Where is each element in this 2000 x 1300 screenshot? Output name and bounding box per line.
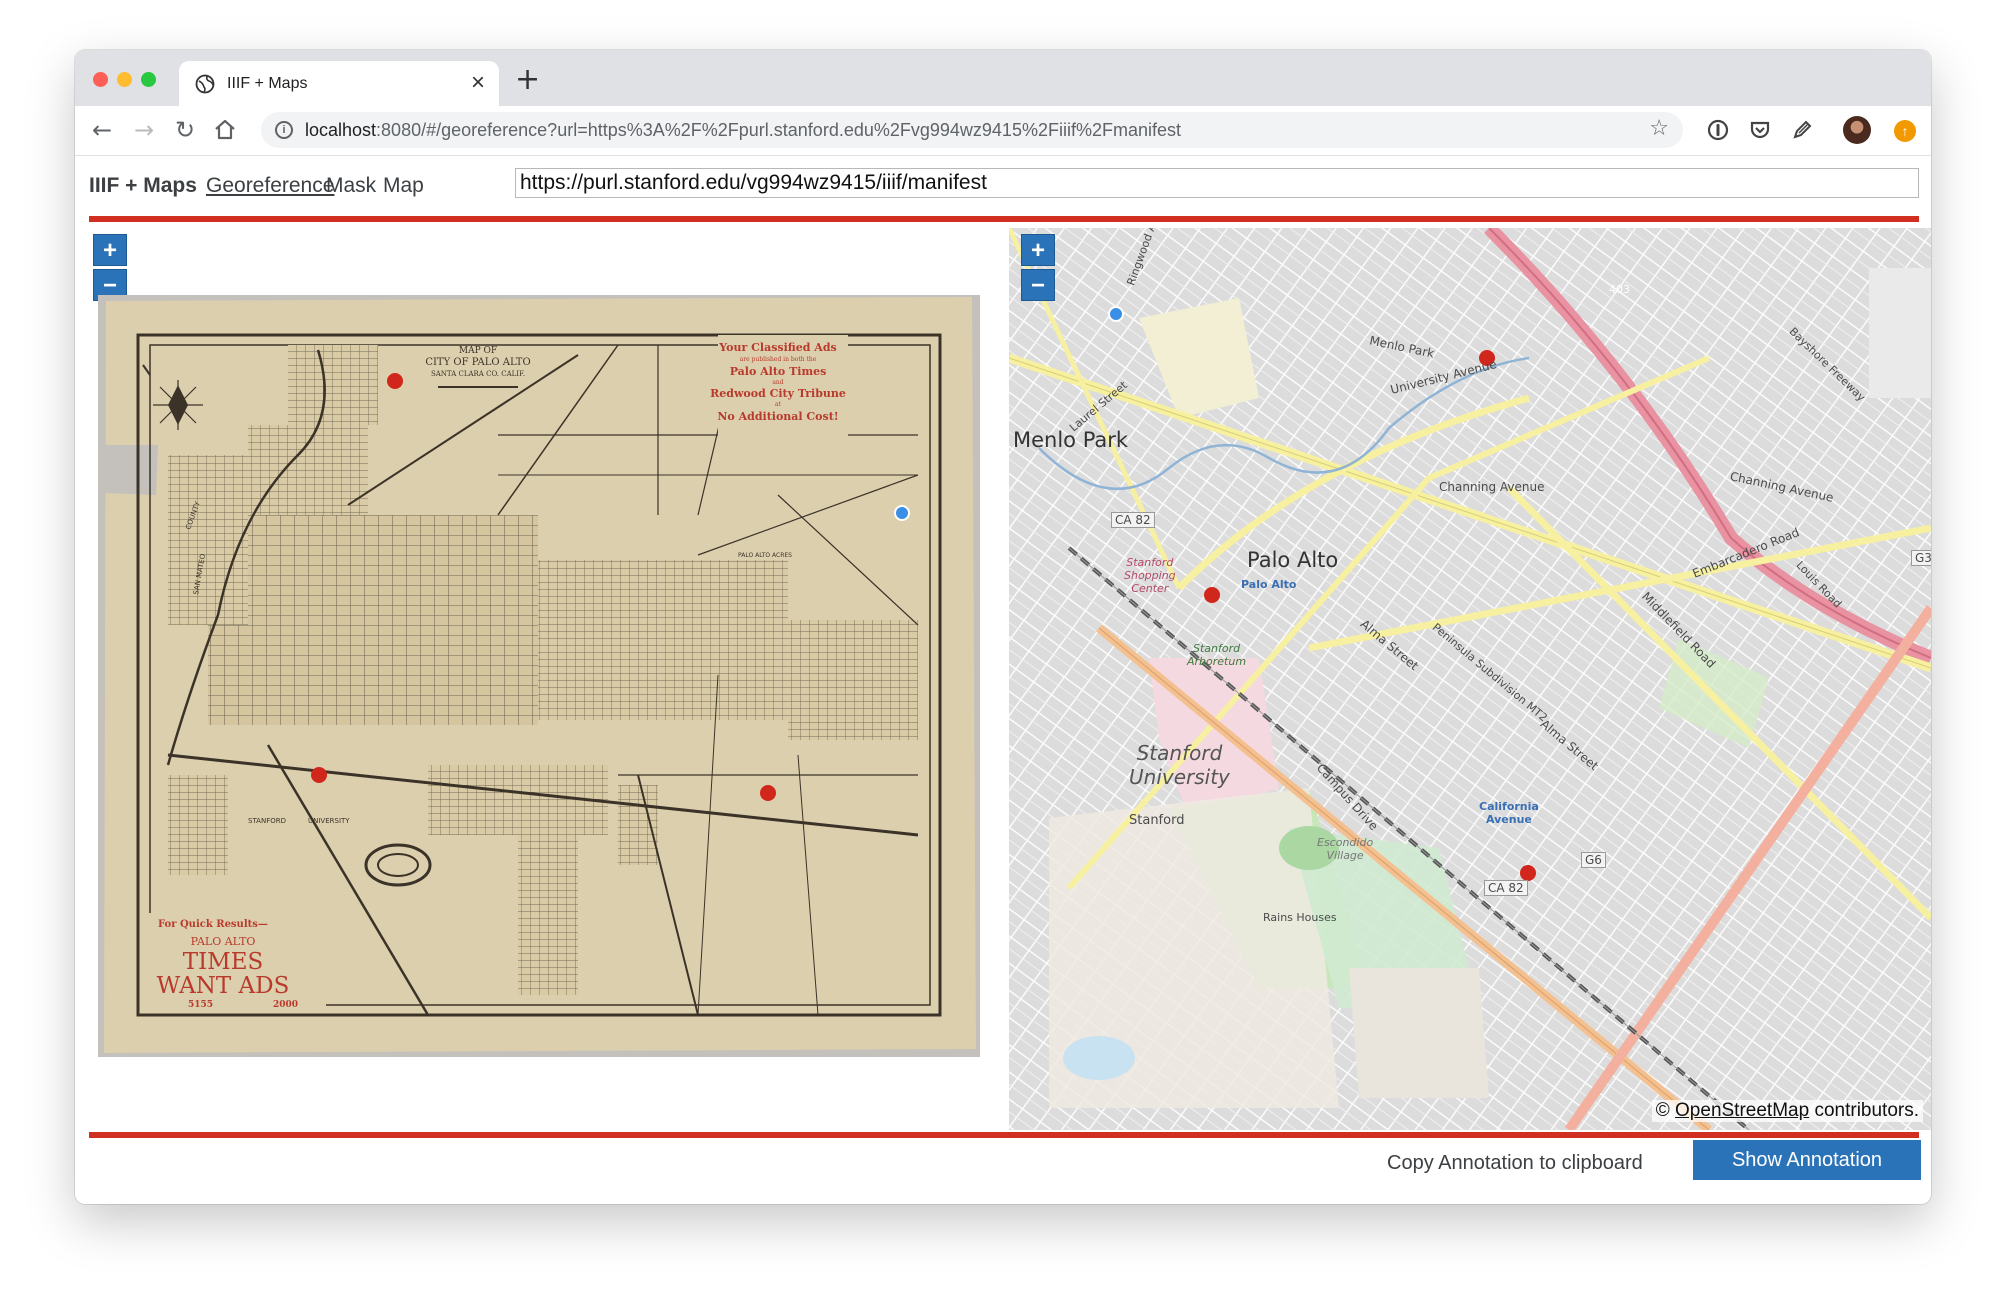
top-divider: [89, 216, 1919, 222]
scanned-map-drawing: MAP OF CITY OF PALO ALTO SANTA CLARA CO.…: [104, 297, 976, 1053]
show-annotation-button[interactable]: Show Annotation: [1693, 1140, 1921, 1180]
close-window-button[interactable]: [93, 72, 108, 87]
pen-icon[interactable]: [1790, 118, 1814, 142]
map-shield-g3: G3: [1911, 550, 1931, 566]
svg-text:WANT ADS: WANT ADS: [157, 973, 290, 999]
map-shield-g6: G6: [1581, 852, 1606, 868]
tab-title: IIIF + Maps: [227, 75, 308, 92]
forward-arrow-icon[interactable]: →: [129, 115, 159, 145]
site-info-icon[interactable]: i: [275, 121, 293, 139]
map-label-palo-alto: Palo Alto: [1247, 548, 1339, 572]
svg-text:and: and: [772, 379, 783, 386]
app-brand: IIIF + Maps: [89, 174, 197, 197]
map-attribution: © OpenStreetMap contributors.: [1651, 1100, 1923, 1122]
map-label-stanford-university: Stanford University: [1129, 741, 1230, 789]
update-icon[interactable]: ↑: [1894, 120, 1916, 142]
browser-toolbar: ← → ↻ i localhost:8080/#/georeference?ur…: [75, 106, 1931, 156]
image-zoom-controls: + −: [93, 234, 127, 301]
map-label-stanford: Stanford: [1129, 813, 1185, 828]
svg-text:No Additional Cost!: No Additional Cost!: [717, 410, 838, 423]
svg-text:MAP OF: MAP OF: [459, 346, 497, 356]
manifest-url-input[interactable]: [515, 168, 1919, 198]
svg-text:Your Classified Ads: Your Classified Ads: [718, 341, 836, 354]
control-point[interactable]: [1520, 865, 1536, 881]
svg-text:STANFORD: STANFORD: [248, 817, 286, 825]
svg-text:CITY OF PALO ALTO: CITY OF PALO ALTO: [425, 357, 530, 368]
active-control-point[interactable]: [1108, 306, 1124, 322]
scanned-map-image[interactable]: MAP OF CITY OF PALO ALTO SANTA CLARA CO.…: [98, 295, 980, 1057]
close-tab-icon[interactable]: ×: [471, 69, 485, 97]
tab-bar: IIIF + Maps × +: [75, 50, 1931, 106]
svg-text:at: at: [775, 401, 782, 408]
bottom-divider: [89, 1132, 1919, 1138]
browser-tab[interactable]: IIIF + Maps ×: [179, 61, 499, 106]
map-shield-ca82: CA 82: [1111, 512, 1155, 528]
svg-text:are published in both the: are published in both the: [740, 356, 817, 363]
app-header: IIIF + Maps Georeference Mask Map: [75, 156, 1931, 214]
svg-text:5155: 5155: [188, 1000, 213, 1010]
active-control-point[interactable]: [894, 505, 910, 521]
openstreetmap-link[interactable]: OpenStreetMap: [1675, 1100, 1809, 1121]
map-label-escondido: Escondido Village: [1317, 836, 1374, 862]
pocket-icon[interactable]: [1748, 118, 1772, 142]
map-label-channing-1: Channing Avenue: [1439, 480, 1545, 494]
bookmark-star-icon[interactable]: ☆: [1649, 116, 1669, 141]
new-tab-button[interactable]: +: [515, 62, 540, 97]
nav-georeference[interactable]: Georeference: [206, 174, 334, 198]
minimize-window-button[interactable]: [117, 72, 132, 87]
svg-text:For Quick Results—: For Quick Results—: [158, 919, 268, 930]
map-label-rains: Rains Houses: [1263, 911, 1337, 924]
svg-text:PALO ALTO ACRES: PALO ALTO ACRES: [738, 552, 792, 559]
map-zoom-controls: + −: [1021, 234, 1055, 301]
back-arrow-icon[interactable]: ←: [87, 115, 117, 145]
footer-bar: Copy Annotation to clipboard Show Annota…: [75, 1140, 1931, 1200]
svg-text:UNIVERSITY: UNIVERSITY: [308, 817, 350, 825]
svg-text:Redwood City Tribune: Redwood City Tribune: [710, 387, 846, 400]
home-icon[interactable]: [213, 118, 237, 142]
nav-map[interactable]: Map: [383, 174, 424, 198]
profile-avatar[interactable]: [1843, 116, 1871, 144]
maximize-window-button[interactable]: [141, 72, 156, 87]
browser-window: IIIF + Maps × + ← → ↻ i localhost:8080/#…: [75, 50, 1931, 1204]
map-shield-403: 403: [1609, 283, 1630, 296]
svg-text:PALO ALTO: PALO ALTO: [191, 935, 256, 948]
extension-info-icon[interactable]: [1706, 118, 1730, 142]
svg-text:Palo Alto Times: Palo Alto Times: [730, 365, 827, 378]
map-label-california-ave: California Avenue: [1479, 800, 1539, 826]
control-point[interactable]: [760, 785, 776, 801]
osm-map-pane[interactable]: Menlo Park Palo Alto Stanford University…: [1009, 228, 1931, 1130]
control-point[interactable]: [387, 373, 403, 389]
nav-mask[interactable]: Mask: [326, 174, 376, 198]
map-zoom-out-button[interactable]: −: [1021, 269, 1055, 301]
control-point[interactable]: [311, 767, 327, 783]
map-label-palo-alto-station: Palo Alto: [1241, 578, 1297, 591]
control-point[interactable]: [1204, 587, 1220, 603]
address-url[interactable]: localhost:8080/#/georeference?url=https%…: [305, 120, 1181, 141]
map-zoom-in-button[interactable]: +: [1021, 234, 1055, 266]
svg-text:SANTA CLARA CO. CALIF.: SANTA CLARA CO. CALIF.: [431, 370, 525, 378]
address-bar[interactable]: i localhost:8080/#/georeference?url=http…: [261, 112, 1683, 148]
svg-text:TIMES: TIMES: [183, 949, 264, 975]
map-label-menlo-park: Menlo Park: [1013, 428, 1129, 452]
map-label-stanford-shopping: Stanford Shopping Center: [1124, 556, 1176, 595]
copy-annotation-link[interactable]: Copy Annotation to clipboard: [1387, 1152, 1643, 1175]
svg-text:2000: 2000: [273, 1000, 298, 1010]
map-shield-ca82-south: CA 82: [1484, 880, 1528, 896]
image-viewer-pane[interactable]: + − MAP OF CITY OF PALO ALTO SANTA CLARA…: [89, 228, 1011, 1130]
globe-icon: [195, 74, 215, 94]
image-zoom-in-button[interactable]: +: [93, 234, 127, 266]
map-label-stanford-arboretum: Stanford Arboretum: [1187, 642, 1247, 668]
reload-icon[interactable]: ↻: [170, 115, 200, 145]
